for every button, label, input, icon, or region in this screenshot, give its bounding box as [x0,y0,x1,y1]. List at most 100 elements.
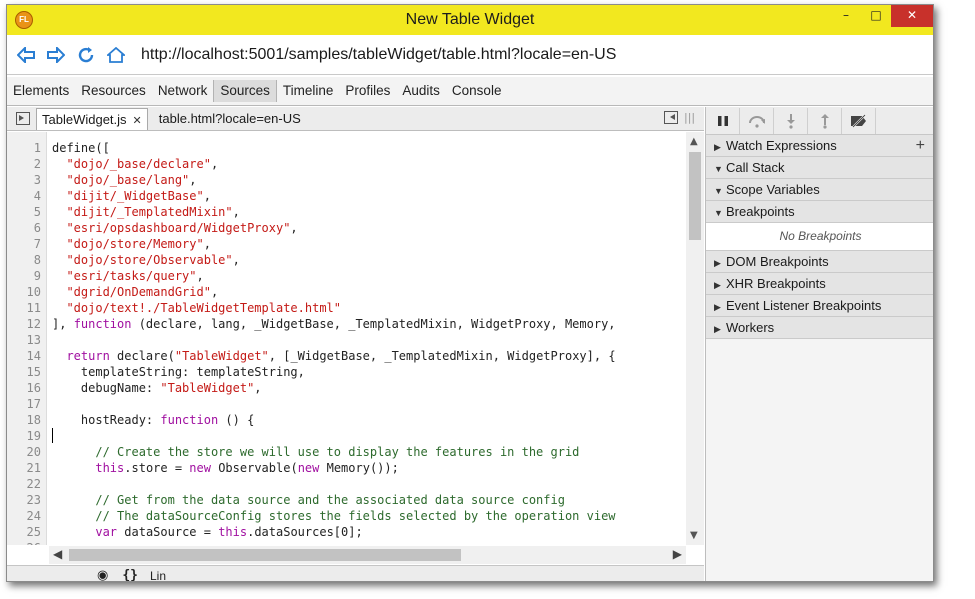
code-line[interactable]: 21 this.store = new Observable(new Memor… [7,460,686,476]
line-number[interactable]: 13 [7,332,41,348]
tab-resources[interactable]: Resources [75,80,152,102]
refresh-icon[interactable] [75,44,97,66]
code-line[interactable]: 11 "dojo/text!./TableWidgetTemplate.html… [7,300,686,316]
line-number[interactable]: 16 [7,380,41,396]
line-number[interactable]: 3 [7,172,41,188]
tab-tablewidget-js[interactable]: TableWidget.js ✕ [36,107,148,130]
add-watch-icon[interactable]: + [916,135,925,156]
tab-console[interactable]: Console [446,80,508,102]
line-number[interactable]: 8 [7,252,41,268]
forward-arrow-icon[interactable] [45,44,67,66]
section-watch-expressions[interactable]: ▶ Watch Expressions + [706,135,933,157]
code-line[interactable]: 24 // The dataSourceConfig stores the fi… [7,508,686,524]
line-number[interactable]: 19 [7,428,41,444]
code-line[interactable]: 5 "dijit/_TemplatedMixin", [7,204,686,220]
section-dom-breakpoints[interactable]: ▶ DOM Breakpoints [706,251,933,273]
code-line[interactable]: 14 return declare("TableWidget", [_Widge… [7,348,686,364]
code-line[interactable]: 8 "dojo/store/Observable", [7,252,686,268]
line-number[interactable]: 23 [7,492,41,508]
close-tab-icon[interactable]: ✕ [133,115,142,127]
line-number[interactable]: 25 [7,524,41,540]
section-call-stack[interactable]: ▼ Call Stack [706,157,933,179]
tab-network[interactable]: Network [152,80,214,102]
code-line[interactable]: 6 "esri/opsdashboard/WidgetProxy", [7,220,686,236]
scroll-down-icon[interactable]: ▼ [690,530,698,541]
code-line[interactable]: 19 [7,428,686,444]
section-breakpoints[interactable]: ▼ Breakpoints [706,201,933,223]
code-line[interactable]: 2 "dojo/_base/declare", [7,156,686,172]
code-line[interactable]: 4 "dijit/_WidgetBase", [7,188,686,204]
code-line[interactable]: 18 hostReady: function () { [7,412,686,428]
horizontal-scrollbar[interactable]: ◀ ▶ [49,546,686,564]
deactivate-breakpoints-icon[interactable] [842,107,876,134]
back-arrow-icon[interactable] [15,44,37,66]
line-number[interactable]: 18 [7,412,41,428]
minimize-button[interactable]: – [831,5,861,27]
code-line[interactable]: 10 "dgrid/OnDemandGrid", [7,284,686,300]
line-number[interactable]: 22 [7,476,41,492]
line-number[interactable]: 11 [7,300,41,316]
line-number[interactable]: 24 [7,508,41,524]
section-scope-variables[interactable]: ▼ Scope Variables [706,179,933,201]
code-line[interactable]: 15 templateString: templateString, [7,364,686,380]
code-line[interactable]: 12], function (declare, lang, _WidgetBas… [7,316,686,332]
section-workers[interactable]: ▶ Workers [706,317,933,339]
tab-timeline[interactable]: Timeline [277,80,340,102]
scroll-thumb[interactable] [689,152,701,240]
line-number[interactable]: 4 [7,188,41,204]
code-line[interactable]: 13 [7,332,686,348]
line-number[interactable]: 10 [7,284,41,300]
code-line[interactable]: 20 // Create the store we will use to di… [7,444,686,460]
line-number[interactable]: 12 [7,316,41,332]
code-line[interactable]: 22 [7,476,686,492]
line-number[interactable]: 1 [7,140,41,156]
code-line[interactable]: 9 "esri/tasks/query", [7,268,686,284]
line-number[interactable]: 7 [7,236,41,252]
pause-icon[interactable] [706,107,740,134]
tab-elements[interactable]: Elements [7,80,75,102]
line-number[interactable]: 15 [7,364,41,380]
line-number[interactable]: 5 [7,204,41,220]
code-line[interactable]: 16 debugName: "TableWidget", [7,380,686,396]
scroll-right-icon[interactable]: ▶ [673,547,682,561]
line-number[interactable]: 2 [7,156,41,172]
line-number[interactable]: 17 [7,396,41,412]
pretty-print-button[interactable]: {} [122,568,138,581]
line-number[interactable]: 20 [7,444,41,460]
maximize-button[interactable]: □ [861,5,891,27]
scroll-up-icon[interactable]: ▲ [690,136,698,147]
tab-audits[interactable]: Audits [396,80,446,102]
line-number[interactable]: 21 [7,460,41,476]
home-icon[interactable] [105,44,127,66]
code-line[interactable]: 7 "dojo/store/Memory", [7,236,686,252]
line-number[interactable]: 6 [7,220,41,236]
code-line[interactable]: 17 [7,396,686,412]
show-navigator-icon[interactable] [16,112,30,125]
code-line[interactable]: 3 "dojo/_base/lang", [7,172,686,188]
tab-table-html[interactable]: table.html?locale=en-US [154,108,306,130]
pause-on-exceptions-icon[interactable]: ◉ [97,568,108,581]
section-event-listener-breakpoints[interactable]: ▶ Event Listener Breakpoints [706,295,933,317]
step-out-icon[interactable] [808,107,842,134]
line-number[interactable]: 26 [7,540,41,545]
step-into-icon[interactable] [774,107,808,134]
scroll-thumb[interactable] [69,549,461,561]
url-field[interactable]: http://localhost:5001/samples/tableWidge… [141,46,616,64]
close-button[interactable]: ✕ [891,5,933,27]
step-over-icon[interactable] [740,107,774,134]
scroll-left-icon[interactable]: ◀ [53,547,62,561]
vertical-scrollbar[interactable]: ▲ ▼ [686,132,704,545]
tab-sources[interactable]: Sources [213,80,277,102]
code-line[interactable]: 26 [7,540,686,545]
code-line[interactable]: 1 define([ [7,140,686,156]
line-number[interactable]: 9 [7,268,41,284]
line-number[interactable]: 14 [7,348,41,364]
code-line[interactable]: 23 // Get from the data source and the a… [7,492,686,508]
dock-icon[interactable]: ||| [684,111,698,124]
tab-profiles[interactable]: Profiles [339,80,396,102]
code-line[interactable]: 25 var dataSource = this.dataSources[0]; [7,524,686,540]
section-xhr-breakpoints[interactable]: ▶ XHR Breakpoints [706,273,933,295]
show-debugger-icon[interactable] [664,111,678,124]
code-editor[interactable]: 1 define([2 "dojo/_base/declare", 3 "dojo/… [7,132,704,545]
